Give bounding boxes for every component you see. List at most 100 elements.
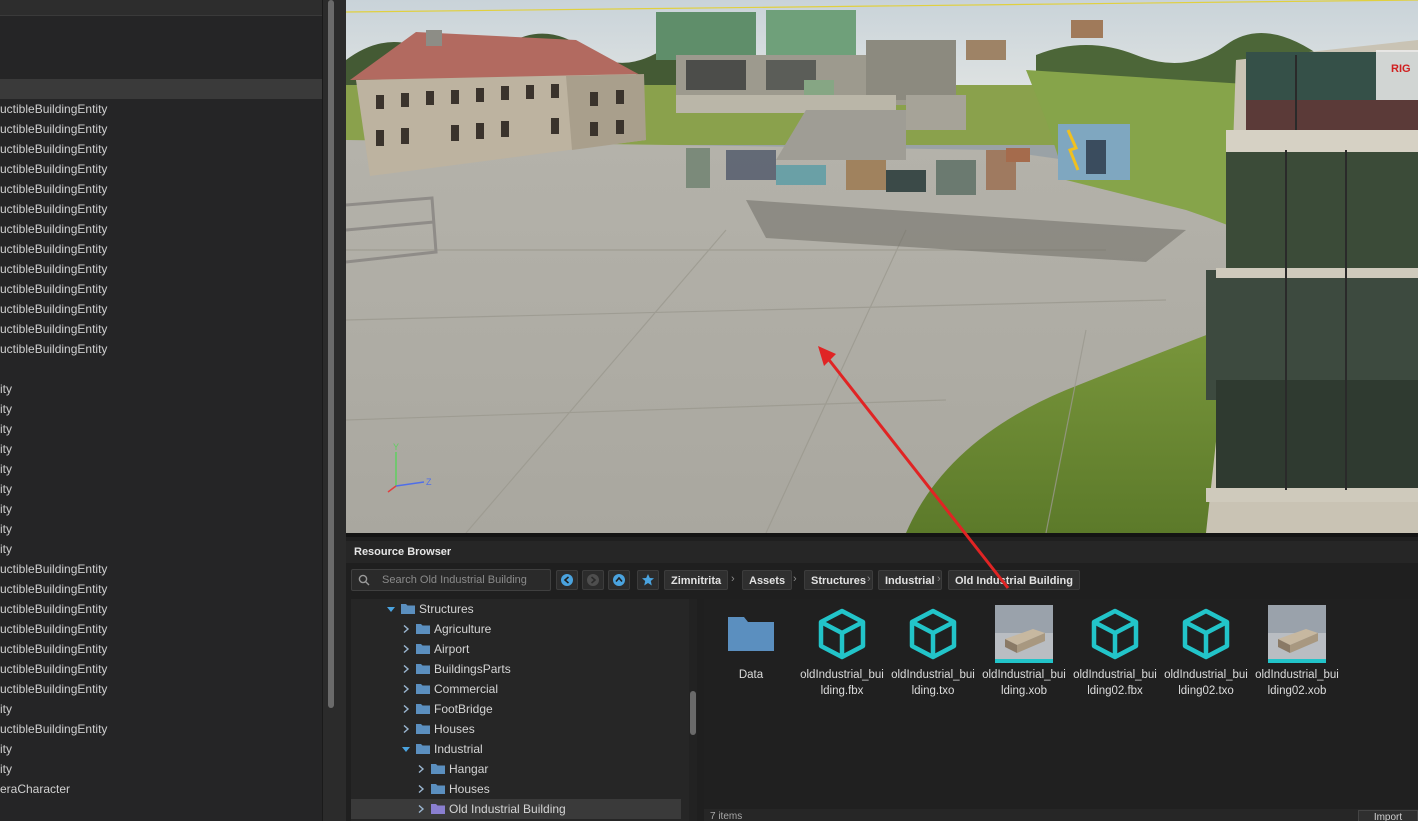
folder-tree-item[interactable]: Hangar (351, 759, 681, 779)
hierarchy-item[interactable]: uctibleBuildingEntity (0, 319, 322, 339)
folder-icon (416, 724, 430, 734)
folder-tree-item[interactable]: FootBridge (351, 699, 681, 719)
folder-icon (431, 764, 445, 774)
hierarchy-item[interactable]: ity (0, 759, 322, 779)
hierarchy-item[interactable]: uctibleBuildingEntity (0, 559, 322, 579)
chevron-down-icon[interactable] (402, 745, 410, 753)
forward-button[interactable] (582, 570, 604, 590)
chevron-right-icon[interactable] (402, 705, 410, 713)
hierarchy-item[interactable]: ity (0, 699, 322, 719)
hierarchy-scrollbar-thumb[interactable] (328, 0, 334, 708)
folder-tree-scrollbar-thumb[interactable] (690, 691, 696, 735)
chevron-right-icon[interactable] (417, 805, 425, 813)
hierarchy-item[interactable]: uctibleBuildingEntity (0, 179, 322, 199)
hierarchy-item[interactable]: ity (0, 519, 322, 539)
breadcrumb-item[interactable]: Zimnitrita (664, 570, 729, 590)
chevron-right-icon[interactable] (402, 725, 410, 733)
folder-tree-scrollbar[interactable] (689, 599, 697, 821)
arrow-left-icon (561, 574, 573, 586)
breadcrumb-item[interactable]: Structures (804, 570, 874, 590)
folder-tree-item[interactable]: BuildingsParts (351, 659, 681, 679)
folder-tree-item[interactable]: Agriculture (351, 619, 681, 639)
folder-icon (431, 804, 445, 814)
chevron-down-icon[interactable] (387, 605, 395, 613)
chevron-right-icon[interactable] (417, 765, 425, 773)
file-item[interactable]: oldIndustrial_building.txo (890, 605, 976, 705)
file-item[interactable]: oldIndustrial_building02.txo (1163, 605, 1249, 705)
breadcrumb-item[interactable]: Assets (742, 570, 793, 590)
hierarchy-item[interactable]: uctibleBuildingEntity (0, 199, 322, 219)
hierarchy-item[interactable]: uctibleBuildingEntity (0, 219, 322, 239)
hierarchy-item[interactable]: ity (0, 459, 322, 479)
chevron-right-icon[interactable] (417, 785, 425, 793)
hierarchy-item[interactable]: uctibleBuildingEntity (0, 659, 322, 679)
file-item[interactable]: Data (708, 605, 794, 705)
hierarchy-item[interactable]: uctibleBuildingEntity (0, 259, 322, 279)
resource-browser-title: Resource Browser (346, 541, 1418, 563)
hierarchy-item[interactable]: uctibleBuildingEntity (0, 139, 322, 159)
file-item-label: oldIndustrial_building02.txo (1164, 669, 1248, 697)
chevron-right-icon[interactable] (402, 665, 410, 673)
folder-tree-item-label: Old Industrial Building (449, 802, 566, 816)
hierarchy-item[interactable]: uctibleBuildingEntity (0, 679, 322, 699)
hierarchy-item[interactable]: uctibleBuildingEntity (0, 339, 322, 359)
hierarchy-item[interactable]: ity (0, 379, 322, 399)
folder-tree-item[interactable]: Airport (351, 639, 681, 659)
favorites-button[interactable] (637, 570, 659, 590)
up-button[interactable] (608, 570, 630, 590)
hierarchy-item-selected[interactable] (0, 79, 322, 99)
folder-tree-item-label: Houses (434, 722, 475, 736)
breadcrumb-separator-icon: › (793, 573, 797, 585)
file-item[interactable]: oldIndustrial_building.fbx (799, 605, 885, 705)
file-item[interactable]: oldIndustrial_building02.xob (1254, 605, 1340, 705)
hierarchy-item[interactable]: eraCharacter (0, 779, 322, 799)
file-item-label: oldIndustrial_building.txo (891, 669, 975, 697)
search-icon (358, 574, 370, 586)
hierarchy-item[interactable]: ity (0, 479, 322, 499)
scene-viewport[interactable]: RIG Y Z (346, 0, 1418, 533)
chevron-right-icon[interactable] (402, 685, 410, 693)
hierarchy-item[interactable]: uctibleBuildingEntity (0, 719, 322, 739)
chevron-right-icon[interactable] (402, 625, 410, 633)
file-item[interactable]: oldIndustrial_building.xob (981, 605, 1067, 705)
file-item[interactable]: oldIndustrial_building02.fbx (1072, 605, 1158, 705)
folder-tree-item[interactable]: Houses (351, 719, 681, 739)
hierarchy-item[interactable]: uctibleBuildingEntity (0, 619, 322, 639)
hierarchy-item[interactable]: ity (0, 739, 322, 759)
search-input[interactable]: Search Old Industrial Building (351, 569, 551, 591)
folder-open-icon (401, 604, 415, 614)
mesh-icon (1182, 608, 1230, 660)
import-button[interactable]: Import (1358, 810, 1418, 821)
chevron-right-icon[interactable] (402, 645, 410, 653)
resource-browser: Resource Browser Search Old Industrial B… (346, 533, 1418, 821)
hierarchy-item[interactable]: uctibleBuildingEntity (0, 119, 322, 139)
hierarchy-item[interactable]: ity (0, 439, 322, 459)
hierarchy-item[interactable] (0, 359, 322, 379)
hierarchy-item[interactable]: ity (0, 539, 322, 559)
hierarchy-item[interactable]: uctibleBuildingEntity (0, 279, 322, 299)
hierarchy-item[interactable]: uctibleBuildingEntity (0, 579, 322, 599)
hierarchy-item[interactable]: ity (0, 399, 322, 419)
folder-tree-item[interactable]: Houses (351, 779, 681, 799)
folder-tree-item-label: BuildingsParts (434, 662, 511, 676)
svg-text:Y: Y (393, 442, 399, 452)
hierarchy-item[interactable]: ity (0, 499, 322, 519)
hierarchy-item[interactable]: uctibleBuildingEntity (0, 299, 322, 319)
folder-tree-item[interactable]: Industrial (351, 739, 681, 759)
item-count: 7 items (710, 811, 743, 821)
back-button[interactable] (556, 570, 578, 590)
hierarchy-item[interactable]: uctibleBuildingEntity (0, 99, 322, 119)
hierarchy-item[interactable]: uctibleBuildingEntity (0, 159, 322, 179)
file-grid: Data oldIndustrial_building.fbx oldIndustr… (704, 599, 1418, 809)
breadcrumb-item[interactable]: Industrial (878, 570, 942, 590)
hierarchy-item[interactable]: uctibleBuildingEntity (0, 599, 322, 619)
hierarchy-item[interactable]: uctibleBuildingEntity (0, 239, 322, 259)
hierarchy-item[interactable]: ity (0, 419, 322, 439)
folder-tree-item[interactable]: Old Industrial Building (351, 799, 681, 819)
hierarchy-scrollbar[interactable] (322, 0, 346, 821)
breadcrumb-item[interactable]: Old Industrial Building (948, 570, 1080, 590)
file-item-label: oldIndustrial_building02.xob (1255, 669, 1339, 697)
hierarchy-item[interactable]: uctibleBuildingEntity (0, 639, 322, 659)
folder-tree-item[interactable]: Commercial (351, 679, 681, 699)
folder-tree-item[interactable]: Structures (351, 599, 681, 619)
